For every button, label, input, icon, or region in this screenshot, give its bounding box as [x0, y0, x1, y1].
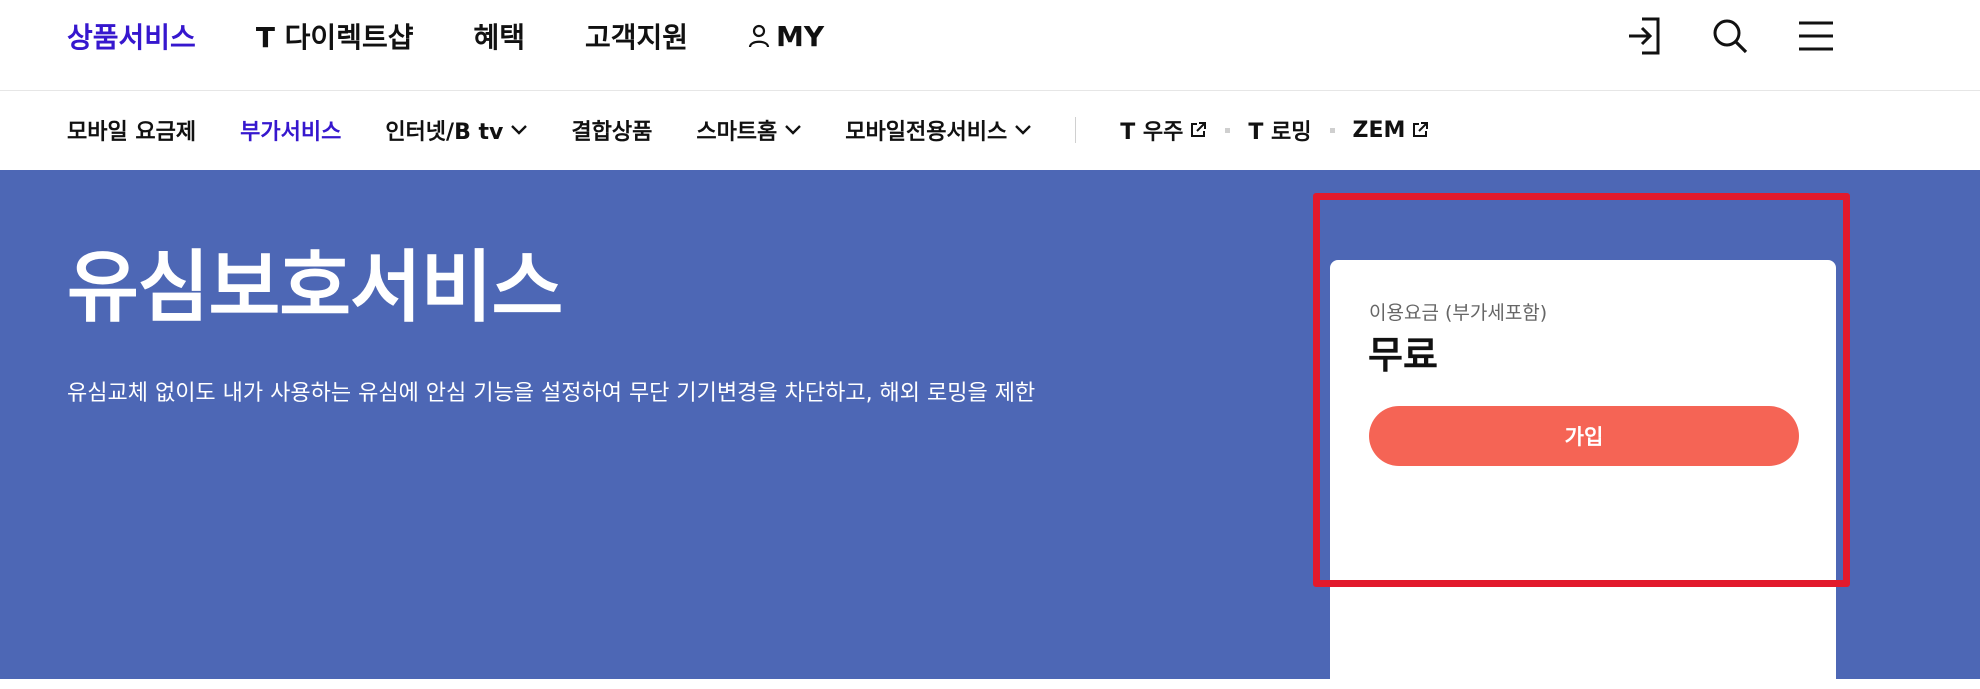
subnav-smart-home-label: 스마트홈 [696, 120, 778, 145]
fee-label: 이용요금 (부가세포함) [1369, 302, 1548, 324]
external-link-icon [1189, 121, 1207, 139]
subnav-bundles[interactable]: 결합상품 [571, 114, 652, 146]
join-button[interactable]: 가입 [1369, 406, 1799, 466]
header-actions [1622, 14, 1838, 58]
main-nav: 상품서비스 T 다이렉트샵 혜택 고객지원 MY [67, 0, 884, 72]
subnav-add-on-services[interactable]: 부가서비스 [240, 114, 341, 146]
nav-my[interactable]: MY [748, 20, 824, 53]
link-label: T 로밍 [1248, 120, 1312, 145]
separator-dot [1329, 127, 1335, 133]
subnav-smart-home[interactable]: 스마트홈 [696, 114, 802, 146]
chevron-down-icon [511, 125, 528, 135]
service-description: 유심교체 없이도 내가 사용하는 유심에 안심 기능을 설정하여 무단 기기변경… [67, 381, 1036, 406]
nav-customer-support[interactable]: 고객지원 [585, 16, 688, 56]
top-header: 상품서비스 T 다이렉트샵 혜택 고객지원 MY [0, 0, 1980, 91]
separator-dot [1225, 127, 1231, 133]
user-icon [748, 24, 770, 48]
external-link-label: T 우주 [1120, 120, 1184, 145]
subnav-mobile-plans[interactable]: 모바일 요금제 [67, 114, 196, 146]
subnav-divider [1075, 117, 1077, 143]
chevron-down-icon [1015, 125, 1032, 135]
price-card: 이용요금 (부가세포함) 무료 가입 [1330, 260, 1836, 689]
link-t-roaming[interactable]: T 로밍 [1248, 114, 1311, 146]
external-link-t-universe[interactable]: T 우주 [1120, 114, 1207, 146]
menu-icon[interactable] [1794, 14, 1838, 58]
sub-nav: 모바일 요금제 부가서비스 인터넷/B tv 결합상품 스마트홈 모바일전용서비… [67, 91, 1429, 169]
price-value: 무료 [1368, 333, 1438, 377]
login-icon[interactable] [1622, 14, 1666, 58]
nav-my-label: MY [776, 19, 825, 53]
external-link-label: ZEM [1352, 117, 1406, 143]
chevron-down-icon [785, 125, 802, 135]
nav-t-direct-shop[interactable]: T 다이렉트샵 [256, 16, 414, 56]
external-link-icon [1411, 121, 1429, 139]
subnav-internet-btv[interactable]: 인터넷/B tv [385, 114, 528, 146]
subnav-internet-btv-label: 인터넷/B tv [385, 120, 504, 145]
page-title: 유심보호서비스 [67, 243, 563, 333]
search-icon[interactable] [1708, 14, 1752, 58]
subnav-mobile-only-label: 모바일전용서비스 [845, 120, 1008, 145]
external-link-zem[interactable]: ZEM [1353, 118, 1430, 143]
nav-benefits[interactable]: 혜택 [473, 16, 525, 56]
nav-products-services[interactable]: 상품서비스 [67, 16, 196, 56]
subnav-mobile-only-services[interactable]: 모바일전용서비스 [845, 114, 1032, 146]
